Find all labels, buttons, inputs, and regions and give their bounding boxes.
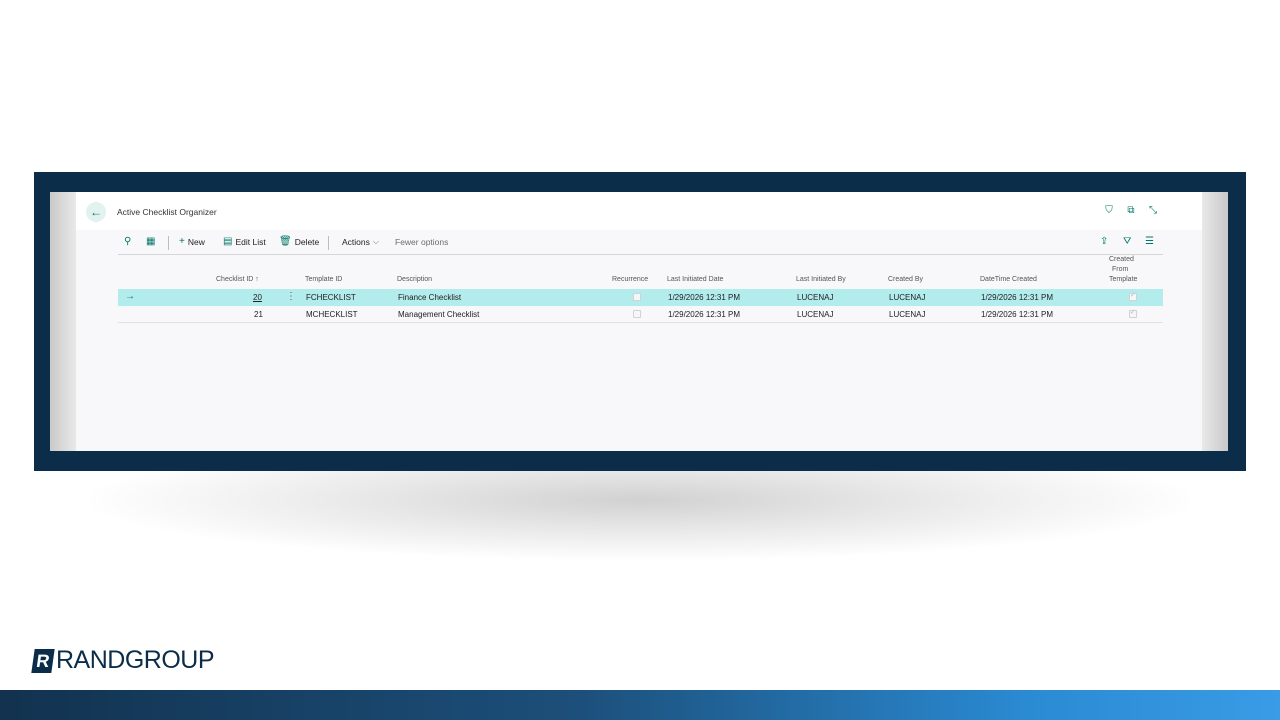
logo-mark: R <box>31 648 55 673</box>
description-cell: Finance Checklist <box>398 293 462 302</box>
analysis-view-icon[interactable]: ▦ <box>146 237 155 247</box>
action-bar: ⚲ ▦ + New ▤ Edit List 🗑︎ Delete Actions … <box>118 231 1163 255</box>
row-menu-icon[interactable]: ⋮ <box>286 291 296 302</box>
collapse-icon[interactable]: ⤡ <box>1148 205 1158 217</box>
bookmark-icon[interactable]: ⛉ <box>1104 205 1114 217</box>
col-last-initiated-by[interactable]: Last Initiated By <box>796 275 846 285</box>
actions-menu[interactable]: Actions ⌵ <box>342 237 379 247</box>
datetime-created-cell: 1/29/2026 12:31 PM <box>981 310 1054 319</box>
row-arrow-icon: → <box>125 291 135 302</box>
list-page: ← Active Checklist Organizer ⛉ ⧉ ⤡ ⚲ ▦ +… <box>76 192 1202 451</box>
col-created-from-template-line1[interactable]: Created <box>1109 255 1134 265</box>
checklist-id-cell[interactable]: 21 <box>254 310 263 319</box>
share-icon[interactable]: ⇪ <box>1100 236 1108 247</box>
chevron-down-icon: ⌵ <box>372 237 379 246</box>
last-initiated-by-cell: LUCENAJ <box>797 293 834 302</box>
plus-icon: + <box>179 236 185 247</box>
title-bar: ← Active Checklist Organizer ⛉ ⧉ ⤡ <box>76 192 1202 230</box>
col-description[interactable]: Description <box>397 275 432 285</box>
col-last-initiated-date[interactable]: Last Initiated Date <box>667 275 723 285</box>
table-row[interactable]: → 20 ⋮ FCHECKLIST Finance Checklist 1/29… <box>118 289 1163 306</box>
right-scroll-edge <box>1202 192 1228 451</box>
created-from-template-checkbox[interactable] <box>1129 308 1137 318</box>
table-row[interactable]: 21 MCHECKLIST Management Checklist 1/29/… <box>118 306 1163 323</box>
open-new-window-icon[interactable]: ⧉ <box>1126 205 1136 217</box>
created-by-cell: LUCENAJ <box>889 310 926 319</box>
template-id-cell: MCHECKLIST <box>306 310 358 319</box>
last-initiated-date-cell: 1/29/2026 12:31 PM <box>668 293 741 302</box>
slide: ← Active Checklist Organizer ⛉ ⧉ ⤡ ⚲ ▦ +… <box>0 0 1280 720</box>
search-icon[interactable]: ⚲ <box>124 237 131 247</box>
created-by-cell: LUCENAJ <box>889 293 926 302</box>
logo-name-light: GROUP <box>124 646 215 674</box>
trash-icon: 🗑︎ <box>279 236 292 247</box>
col-datetime-created[interactable]: DateTime Created <box>980 275 1037 285</box>
col-created-from-template-line2[interactable]: From <box>1112 265 1128 275</box>
back-arrow-icon[interactable]: ← <box>86 202 106 222</box>
list-view-icon[interactable]: ☰ <box>1145 236 1154 247</box>
description-cell: Management Checklist <box>398 310 480 319</box>
col-template-id[interactable]: Template ID <box>305 275 342 285</box>
footer-gradient-bar <box>0 690 1280 720</box>
delete-label: Delete <box>294 237 320 247</box>
filter-icon[interactable]: ⛛ <box>1123 236 1131 247</box>
rand-group-logo: R RANDGROUP <box>31 646 215 675</box>
screenshot-frame: ← Active Checklist Organizer ⛉ ⧉ ⤡ ⚲ ▦ +… <box>34 172 1246 471</box>
checklist-id-cell[interactable]: 20 <box>253 293 262 302</box>
col-created-from-template-line3[interactable]: Template <box>1109 275 1137 285</box>
recurrence-checkbox[interactable] <box>633 293 641 301</box>
last-initiated-date-cell: 1/29/2026 12:31 PM <box>668 310 741 319</box>
new-label: New <box>187 237 205 247</box>
col-recurrence[interactable]: Recurrence <box>612 275 648 285</box>
left-scroll-edge <box>50 192 76 451</box>
bc-window: ← Active Checklist Organizer ⛉ ⧉ ⤡ ⚲ ▦ +… <box>50 192 1228 451</box>
delete-button[interactable]: 🗑︎ Delete <box>279 236 320 248</box>
last-initiated-by-cell: LUCENAJ <box>797 310 834 319</box>
col-checklist-id[interactable]: Checklist ID ↑ <box>216 275 259 285</box>
template-id-cell: FCHECKLIST <box>306 293 356 302</box>
divider <box>168 236 169 250</box>
new-button[interactable]: + New <box>179 236 205 248</box>
page-title: Active Checklist Organizer <box>117 207 217 217</box>
edit-list-icon: ▤ <box>223 236 233 247</box>
edit-list-button[interactable]: ▤ Edit List <box>223 236 266 248</box>
logo-text: RANDGROUP <box>56 646 215 675</box>
recurrence-checkbox[interactable] <box>633 310 641 318</box>
logo-name-bold: RAND <box>56 646 125 674</box>
col-created-by[interactable]: Created By <box>888 275 923 285</box>
title-icons: ⛉ ⧉ ⤡ <box>1104 205 1158 217</box>
divider <box>328 236 329 250</box>
fewer-options-button[interactable]: Fewer options <box>395 237 448 247</box>
created-from-template-checkbox[interactable] <box>1129 291 1137 301</box>
edit-list-label: Edit List <box>235 237 266 247</box>
actions-label: Actions <box>342 237 370 247</box>
datetime-created-cell: 1/29/2026 12:31 PM <box>981 293 1054 302</box>
